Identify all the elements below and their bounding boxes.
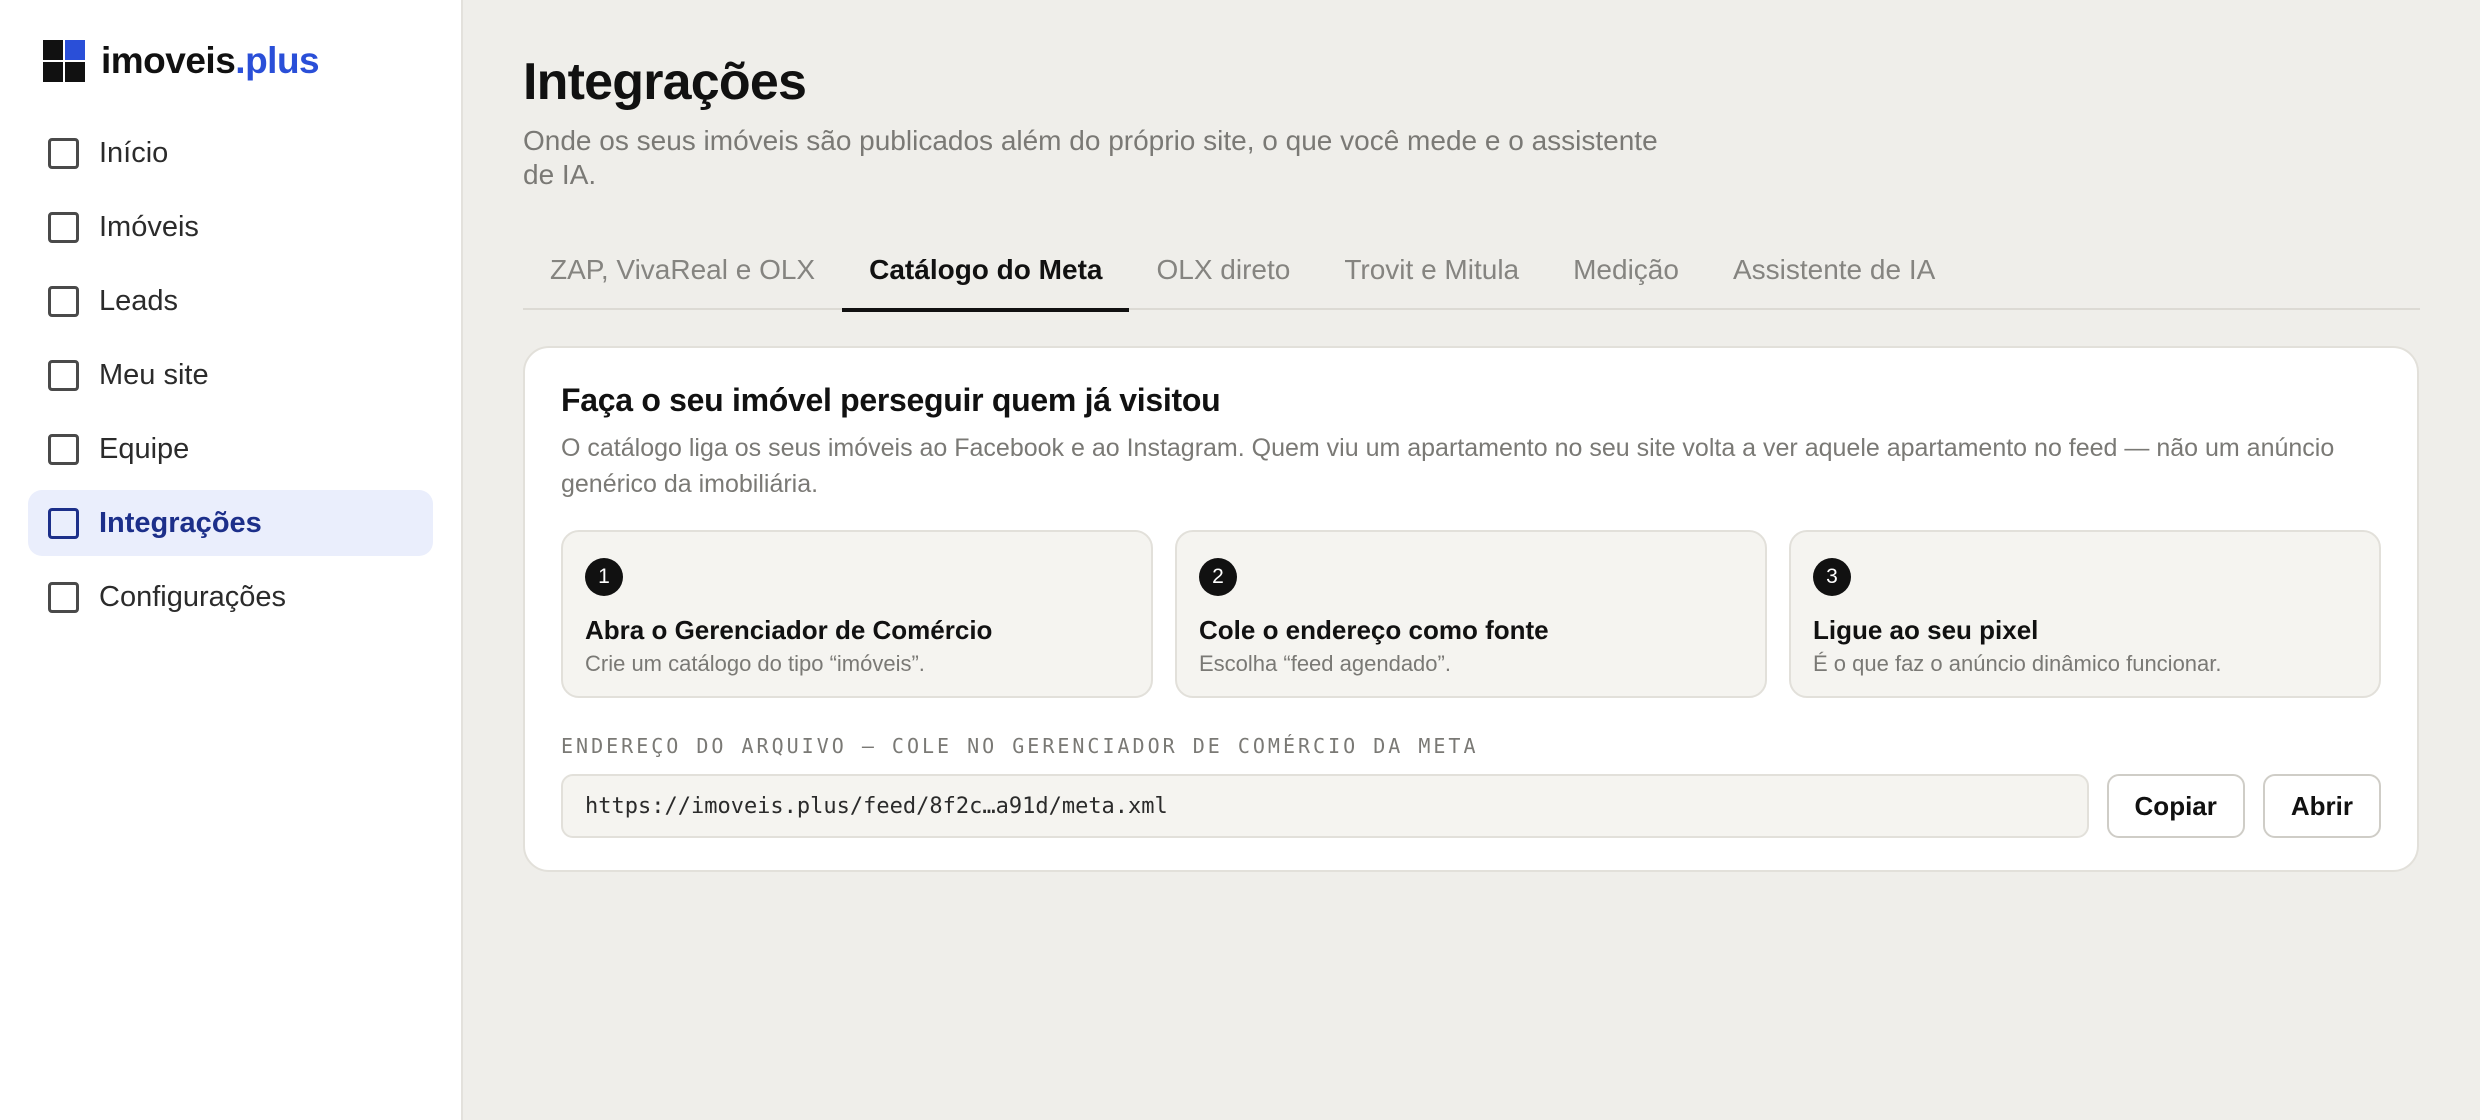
sidebar-item-leads[interactable]: Leads [28,268,433,334]
step-description: Crie um catálogo do tipo “imóveis”. [585,651,925,676]
main-content: Integrações Onde os seus imóveis são pub… [463,0,2480,1120]
sidebar-item-meu-site[interactable]: Meu site [28,342,433,408]
feed-url-field[interactable]: https://imoveis.plus/feed/8f2c…a91d/meta… [561,774,2089,838]
tab-trovit-mitula[interactable]: Trovit e Mitula [1317,230,1546,310]
brand-logo[interactable]: imoveis.plus [43,38,433,84]
step-title: Abra o Gerenciador de Comércio [585,615,993,645]
feed-url-row: https://imoveis.plus/feed/8f2c…a91d/meta… [561,774,2381,838]
tab-catalogo-meta[interactable]: Catálogo do Meta [842,230,1130,312]
card-description: O catálogo liga os seus imóveis ao Faceb… [561,434,2335,498]
sidebar-nav: Início Imóveis Leads Meu site Equipe Int… [28,120,433,630]
step-number-badge: 1 [585,558,623,596]
step-number-badge: 3 [1813,558,1851,596]
card-title: Faça o seu imóvel perseguir quem já visi… [561,382,1221,418]
copy-button[interactable]: Copiar [2106,774,2245,838]
app-root: imoveis.plus Início Imóveis Leads Meu si… [0,0,2480,1120]
step-description: É o que faz o anúncio dinâmico funcionar… [1813,651,2222,676]
feed-url-label: ENDEREÇO DO ARQUIVO — COLE NO GERENCIADO… [561,734,1479,758]
sidebar-item-inicio[interactable]: Início [28,120,433,186]
tab-olx-direto[interactable]: OLX direto [1129,230,1317,310]
sidebar-item-imoveis[interactable]: Imóveis [28,194,433,260]
sidebar-item-configuracoes[interactable]: Configurações [28,564,433,630]
checkbox-icon [48,433,79,465]
checkbox-icon [48,581,79,613]
checkbox-icon [48,285,79,317]
step-title: Cole o endereço como fonte [1199,615,1549,645]
page-subtitle: Onde os seus imóveis são publicados além… [523,125,1658,190]
sidebar-item-equipe[interactable]: Equipe [28,416,433,482]
tab-bar: ZAP, VivaReal e OLX Catálogo do Meta OLX… [523,230,2420,312]
open-button[interactable]: Abrir [2262,774,2381,838]
checkbox-icon [48,211,79,243]
step-description: Escolha “feed agendado”. [1199,651,1451,676]
sidebar-item-label: Meu site [99,358,209,391]
tab-medicao[interactable]: Medição [1546,230,1706,310]
sidebar-item-integracoes[interactable]: Integrações [28,490,433,556]
step-card: 3 Ligue ao seu pixel É o que faz o anúnc… [1789,530,2381,698]
page-title: Integrações [523,53,807,111]
sidebar-item-label: Leads [99,284,179,317]
step-number-badge: 2 [1199,558,1237,596]
sidebar-item-label: Configurações [99,580,286,613]
checkbox-icon [48,359,79,391]
brand-name: imoveis.plus [101,40,320,81]
sidebar-item-label: Equipe [99,432,190,465]
meta-catalog-card: Faça o seu imóvel perseguir quem já visi… [523,346,2419,872]
step-card: 1 Abra o Gerenciador de Comércio Crie um… [561,530,1153,698]
tab-zap-vivareal-olx[interactable]: ZAP, VivaReal e OLX [523,230,842,310]
sidebar-item-label: Imóveis [99,210,199,243]
sidebar: imoveis.plus Início Imóveis Leads Meu si… [0,0,463,1120]
checkbox-icon [48,137,79,169]
step-title: Ligue ao seu pixel [1813,615,2039,645]
logo-mark-icon [43,40,85,82]
checkbox-icon [48,507,79,539]
steps-list: 1 Abra o Gerenciador de Comércio Crie um… [561,530,2381,698]
sidebar-item-label: Início [99,136,169,169]
sidebar-item-label: Integrações [99,506,262,539]
tab-assistente-ia[interactable]: Assistente de IA [1706,230,1962,310]
step-card: 2 Cole o endereço como fonte Escolha “fe… [1175,530,1767,698]
